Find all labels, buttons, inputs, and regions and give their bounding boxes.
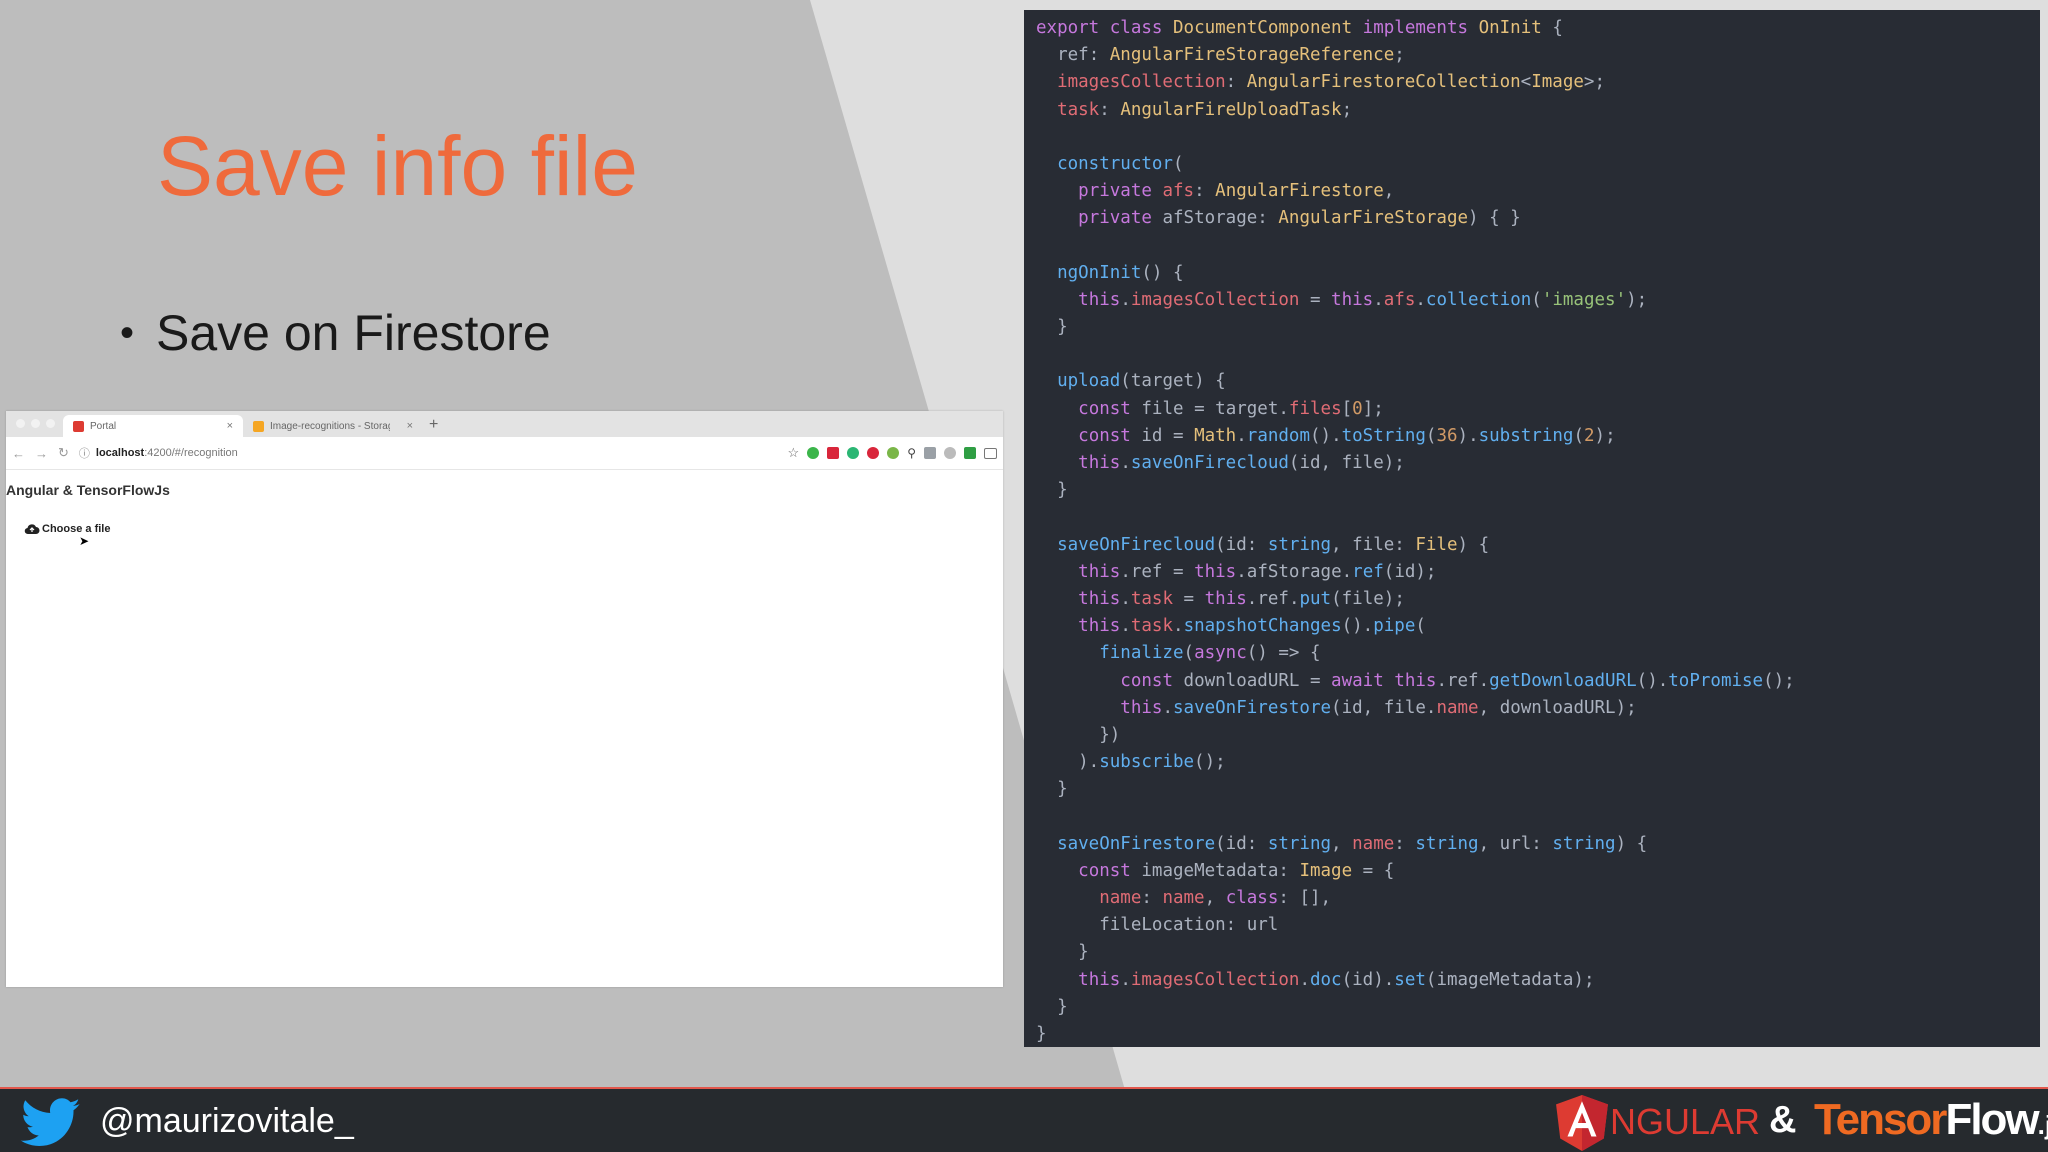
tf-js: .js [2037, 1110, 2048, 1140]
extension-icon[interactable] [887, 447, 900, 459]
code-line: const downloadURL = await this.ref.getDo… [1120, 670, 1795, 691]
code-line: } [1036, 317, 1068, 338]
code-line: upload(target) { [1057, 371, 1226, 392]
code-line: this.ref = this.afStorage.ref(id); [1078, 561, 1437, 582]
angular-logo-icon [1556, 1095, 1608, 1151]
code-line: this.saveOnFirecloud(id, file); [1078, 453, 1405, 473]
code-line: } [1036, 942, 1089, 963]
footer-bar: @maurizovitale_ NGULAR & TensorFlow.js [0, 1087, 2048, 1152]
bullet-text: Save on Firestore [156, 305, 551, 361]
tab-portal[interactable]: Portal × [63, 415, 243, 437]
angular-wordmark: NGULAR [1610, 1101, 1761, 1142]
code-line: saveOnFirestore(id: string, name: string… [1057, 833, 1648, 854]
code-line: } [1036, 1023, 1047, 1044]
code-line: this.imagesCollection.doc(id).set(imageM… [1078, 969, 1595, 990]
twitter-icon [20, 1098, 80, 1146]
code-line: name: name, class: [], [1099, 888, 1332, 908]
code-line: } [1036, 996, 1068, 1017]
extension-icon[interactable] [924, 447, 936, 459]
ampersand: & [1769, 1099, 1797, 1141]
extensions-area: ☆ ⚲ [788, 445, 997, 461]
choose-file-button[interactable]: Choose a file [24, 523, 110, 535]
code-line: ​ [1036, 803, 2040, 830]
tab-storage[interactable]: Image-recognitions - Storage × [243, 415, 423, 437]
cast-icon[interactable] [984, 447, 997, 459]
browser-tabbar: Portal × Image-recognitions - Storage × … [6, 411, 1003, 437]
slide-title: Save info file [157, 119, 638, 213]
extension-icon[interactable] [867, 447, 880, 459]
code-line: const imageMetadata: Image = { [1078, 860, 1395, 881]
close-icon[interactable]: × [407, 420, 413, 432]
code-line: export class DocumentComponent implement… [1036, 18, 1563, 38]
extension-icon[interactable] [807, 447, 820, 459]
code-line: this.task = this.ref.put(file); [1078, 588, 1405, 609]
address-bar: ← → ↻ ⓘ localhost:4200/#/recognition ☆ ⚲ [6, 437, 1003, 470]
twitter-handle: @maurizovitale_ [100, 1102, 354, 1140]
code-line: }) [1036, 724, 1121, 745]
tensorflow-wordmark: TensorFlow.js [1814, 1095, 2048, 1145]
url-host: localhost [95, 447, 145, 459]
code-line: ).subscribe(); [1036, 752, 1226, 773]
code-panel: export class DocumentComponent implement… [1024, 10, 2040, 1047]
info-icon: ⓘ [78, 448, 90, 460]
code-line: ​ [1036, 341, 2040, 368]
code-line: task: AngularFireUploadTask; [1057, 99, 1353, 120]
forward-icon[interactable]: → [35, 446, 48, 461]
extension-icon[interactable] [847, 447, 860, 459]
code-line: saveOnFirecloud(id: string, file: File) … [1057, 534, 1490, 555]
code-line: } [1036, 779, 1068, 800]
mouse-cursor-icon: ➤ [79, 534, 90, 548]
code-line: private afStorage: AngularFireStorage) {… [1078, 208, 1521, 229]
maximize-window-dot[interactable] [46, 419, 55, 428]
url-path: :4200/#/recognition [144, 447, 238, 459]
choose-file-label: Choose a file [42, 523, 111, 535]
new-tab-button[interactable]: + [423, 416, 444, 437]
code-line: ​ [1036, 124, 2040, 151]
reload-icon[interactable]: ↻ [58, 445, 69, 461]
code-line: fileLocation: url [1099, 915, 1279, 936]
window-controls [6, 419, 63, 437]
tab-label: Image-recognitions - Storage [270, 420, 390, 432]
code-line: this.task.snapshotChanges().pipe( [1078, 616, 1426, 637]
tf-flow: Flow [1945, 1095, 2039, 1144]
code-line: constructor( [1057, 153, 1184, 174]
close-icon[interactable]: × [227, 420, 233, 432]
code-line: const id = Math.random().toString(36).su… [1078, 425, 1616, 446]
angular-favicon-icon [73, 420, 84, 432]
star-icon[interactable]: ☆ [788, 445, 800, 461]
code-line: this.saveOnFirestore(id, file.name, down… [1120, 697, 1637, 718]
bullet-dot: • [120, 310, 135, 355]
slide-bullet: • Save on Firestore [120, 304, 551, 362]
back-icon[interactable]: ← [12, 446, 25, 461]
tab-label: Portal [90, 420, 117, 432]
code-line: imagesCollection: AngularFirestoreCollec… [1057, 72, 1605, 93]
url-field[interactable]: ⓘ localhost:4200/#/recognition [79, 445, 778, 461]
code-line: this.imagesCollection = this.afs.collect… [1078, 289, 1648, 310]
extension-icon[interactable] [964, 447, 976, 459]
code-line: finalize(async() => { [1099, 643, 1321, 664]
tf-tensor: Tensor [1814, 1095, 1947, 1144]
code-line: ngOnInit() { [1057, 262, 1184, 283]
firebase-favicon-icon [253, 420, 264, 432]
code-line: ​ [1036, 504, 2040, 531]
cloud-upload-icon [24, 524, 40, 535]
minimize-window-dot[interactable] [31, 419, 40, 428]
code-line: ref: AngularFireStorageReference; [1057, 45, 1405, 66]
close-window-dot[interactable] [16, 419, 25, 428]
code-block: export class DocumentComponent implement… [1024, 10, 2040, 1047]
search-icon[interactable]: ⚲ [907, 446, 916, 460]
browser-screenshot: Portal × Image-recognitions - Storage × … [6, 411, 1003, 987]
app-title: Angular & TensorFlowJs [6, 482, 170, 498]
extension-icon[interactable] [827, 447, 840, 459]
code-line: ​ [1036, 233, 2040, 260]
code-line: } [1036, 480, 1068, 501]
code-line: private afs: AngularFirestore, [1078, 181, 1395, 202]
extension-icon[interactable] [944, 447, 956, 459]
code-line: const file = target.files[0]; [1078, 398, 1384, 419]
